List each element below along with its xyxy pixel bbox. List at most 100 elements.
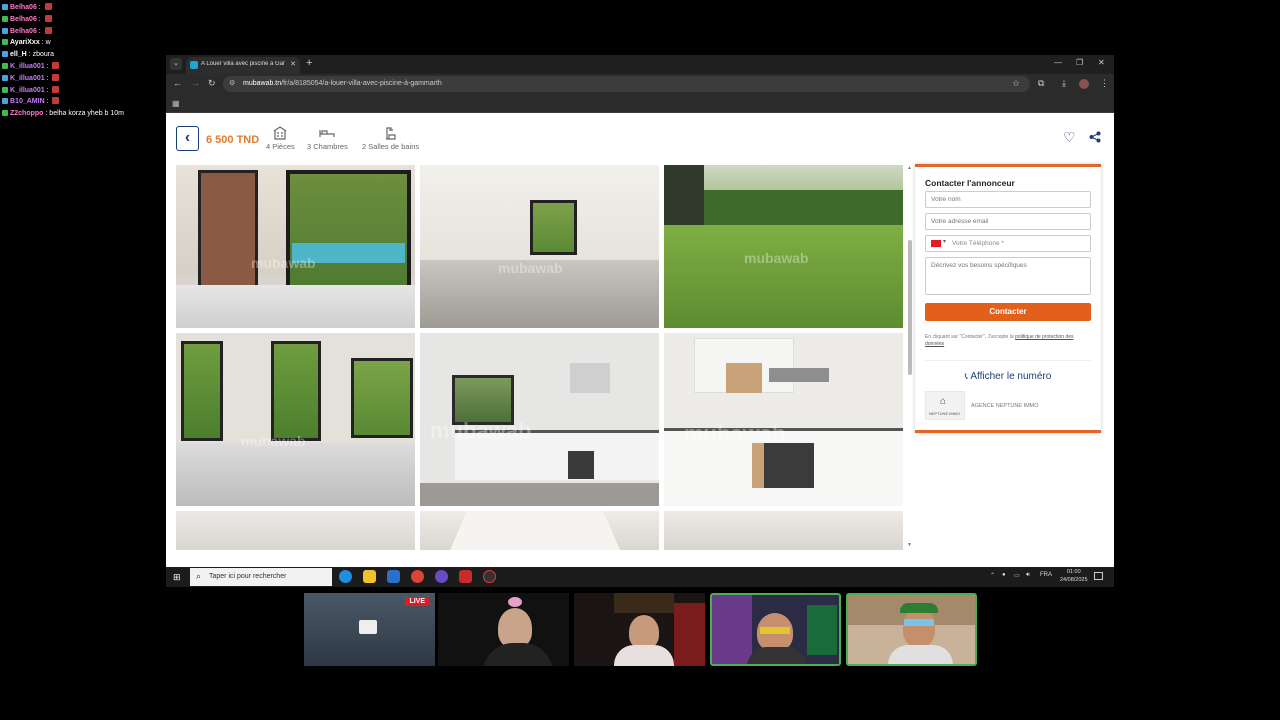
scroll-down-icon[interactable]: ▼ (907, 542, 912, 548)
edge-icon[interactable] (339, 570, 352, 583)
feature-rooms: 4 Pièces (266, 126, 295, 151)
menu-icon[interactable]: ⋮ (1100, 78, 1109, 89)
name-field[interactable] (925, 191, 1091, 208)
apps-grid-icon[interactable]: ▦ (172, 99, 180, 108)
tray-chevron-icon[interactable]: ⌃ (990, 572, 995, 579)
watermark: mubawab (744, 250, 809, 266)
page-scrollbar[interactable]: ▲ ▼ (907, 165, 914, 550)
chat-emote-icon (52, 97, 60, 105)
windows-start-icon[interactable]: ⊞ (173, 572, 181, 583)
gallery-photo[interactable] (420, 511, 659, 550)
chat-message: Z2choppo : belha korza yheb b 10m (2, 108, 124, 120)
download-icon[interactable]: ⤓ (1062, 78, 1066, 89)
profile-avatar[interactable] (1079, 79, 1089, 89)
chevron-down-icon[interactable]: ▾ (943, 238, 946, 245)
address-bar[interactable]: ⚙ mubawab.tn/fr/a/8185054/a-louer-villa-… (223, 76, 1030, 92)
file-explorer-icon[interactable] (363, 570, 376, 583)
reload-icon[interactable]: ↻ (208, 78, 216, 89)
back-button[interactable]: ‹ (176, 126, 199, 151)
gallery-photo[interactable] (664, 511, 903, 550)
gallery-photo[interactable]: mubawab (176, 165, 415, 328)
email-field[interactable] (925, 213, 1091, 230)
bookmark-star-icon[interactable]: ☆ (1012, 78, 1020, 89)
photo-gallery: mubawab mubawab mubawab mubawab mubawab … (176, 165, 904, 550)
store-icon[interactable] (387, 570, 400, 583)
tab-search-icon[interactable]: ⌄ (170, 58, 182, 70)
gallery-photo[interactable]: mubawab (420, 333, 659, 506)
chat-badge-icon (2, 27, 8, 34)
chrome-icon[interactable] (411, 570, 424, 583)
gallery-photo[interactable] (176, 511, 415, 550)
chat-emote-icon (52, 85, 60, 93)
new-tab-icon[interactable]: + (306, 57, 312, 69)
chat-text: w (45, 39, 51, 47)
chat-badge-icon (2, 39, 8, 46)
gallery-photo[interactable]: mubawab (420, 165, 659, 328)
network-icon[interactable]: ▭ (1014, 572, 1020, 579)
chat-text: belha korza yheb b 10m (49, 110, 125, 118)
live-badge: LIVE (405, 597, 429, 606)
watermark: mubawab (251, 255, 316, 271)
tab-strip: ⌄ A Louer villa avec piscine à Gam ✕ + —… (166, 55, 1114, 74)
chat-username: K_illua001 (10, 74, 45, 82)
watermark: mubawab (684, 421, 786, 446)
agency-name[interactable]: AGENCE NEPTUNE IMMO (971, 403, 1039, 409)
chat-emote-icon (52, 73, 60, 81)
scroll-thumb[interactable] (908, 240, 912, 375)
minimize-icon[interactable]: — (1054, 58, 1062, 67)
chat-badge-icon (2, 4, 8, 10)
forward-arrow-icon[interactable]: → (191, 78, 200, 88)
obs-icon[interactable] (459, 570, 472, 583)
contact-card: Contacter l'annonceur ▾ Votre Téléphone … (915, 164, 1101, 433)
back-arrow-icon[interactable]: ← (173, 78, 182, 88)
bed-icon (307, 126, 348, 142)
favorite-heart-icon[interactable]: ♡ (1063, 129, 1076, 146)
divider (925, 360, 1091, 361)
scroll-up-icon[interactable]: ▲ (907, 165, 912, 171)
listing-page: ‹ 6 500 TND 4 Pièces 3 Chambres 2 Salles… (166, 113, 1114, 566)
chat-username: AyariXxx (10, 39, 40, 47)
tab-close-icon[interactable]: ✕ (290, 60, 296, 68)
chat-username: Belha06 (10, 15, 37, 23)
bookmarks-bar: ▦ (166, 94, 1114, 113)
taskbar-search[interactable]: ⌕ Taper ici pour rechercher (190, 568, 332, 586)
chat-message: B10_AMIN : (2, 96, 124, 108)
chat-message: AyariXxx : w (2, 37, 124, 49)
chat-username: Belha06 (10, 4, 37, 11)
restore-icon[interactable]: ❐ (1076, 58, 1083, 67)
chat-text: zboura (32, 51, 54, 59)
message-field[interactable] (925, 257, 1091, 295)
language-indicator[interactable]: FRA (1040, 572, 1052, 578)
chat-badge-icon (2, 98, 8, 105)
gallery-photo[interactable]: mubawab (664, 333, 903, 506)
gallery-photo[interactable]: mubawab (664, 165, 903, 328)
chat-badge-icon (2, 110, 8, 117)
show-number-button[interactable]: 📞︎ Afficher le numéro (925, 371, 1091, 382)
clock[interactable]: 01:00 24/08/2025 (1060, 569, 1088, 584)
chat-message: Belha06 : (2, 14, 124, 26)
chat-emote-icon (44, 3, 52, 10)
url-text[interactable]: mubawab.tn/fr/a/8185054/a-louer-villa-av… (243, 80, 442, 87)
webcam (438, 593, 569, 666)
chat-badge-icon (2, 62, 8, 69)
tunisia-flag-icon[interactable] (931, 240, 941, 247)
close-window-icon[interactable]: ✕ (1098, 58, 1105, 67)
app-icon[interactable] (483, 570, 496, 583)
share-icon[interactable] (1089, 131, 1101, 146)
app-icon[interactable] (435, 570, 448, 583)
chat-message: Belha06 : (2, 26, 124, 38)
agency-logo[interactable]: ⌂ NEPTUNE IMMO (925, 391, 965, 420)
contact-button[interactable]: Contacter (925, 303, 1091, 321)
extensions-icon[interactable]: ⧉ (1038, 78, 1044, 89)
phone-field[interactable]: ▾ Votre Téléphone * (925, 235, 1091, 252)
tab-active[interactable]: A Louer villa avec piscine à Gam ✕ (186, 57, 300, 74)
watermark: mubawab (430, 418, 532, 443)
site-info-icon[interactable]: ⚙ (229, 79, 238, 88)
contact-title: Contacter l'annonceur (925, 178, 1015, 188)
tray-mic-icon[interactable]: ● (1002, 572, 1006, 578)
notification-icon[interactable] (1094, 572, 1103, 580)
chat-emote-icon (52, 61, 60, 69)
gallery-photo[interactable]: mubawab (176, 333, 415, 506)
volume-icon[interactable]: 🔊︎ (1026, 572, 1030, 579)
chat-username: Z2choppo (10, 110, 44, 118)
